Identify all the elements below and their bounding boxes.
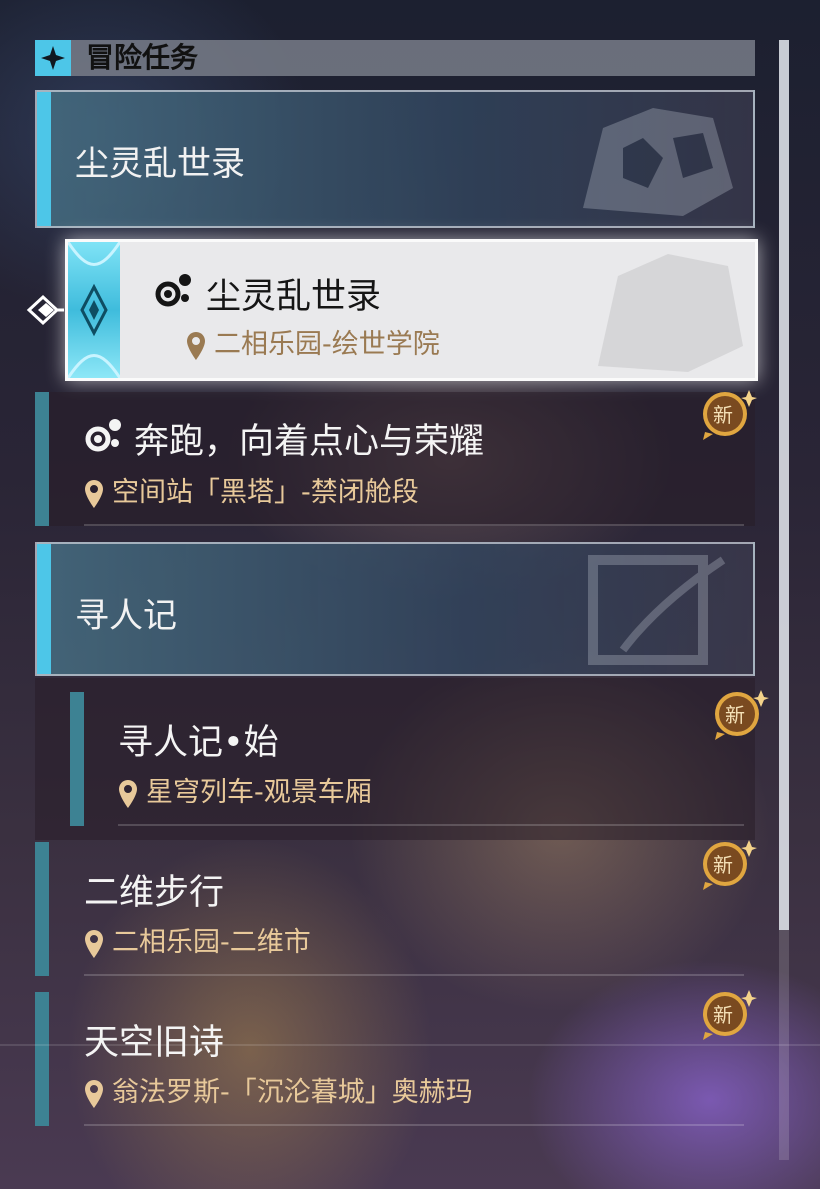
new-badge: 新 <box>697 990 757 1040</box>
quest-type-icon <box>35 40 71 76</box>
new-badge: 新 <box>697 390 757 440</box>
location-pin-icon <box>85 479 103 508</box>
quest-track-bar <box>35 842 49 976</box>
quest-location: 翁法罗斯-「沉沦暮城」奥赫玛 <box>84 1070 473 1109</box>
quest-title[interactable]: 天空旧诗 <box>84 1014 224 1065</box>
divider <box>84 1124 744 1126</box>
quest-track-bar <box>35 992 49 1126</box>
overlay-seam <box>0 1044 820 1046</box>
category-header-xunrenji[interactable]: 寻人记 <box>35 542 755 676</box>
category-accent <box>37 544 51 674</box>
new-badge-label: 新 <box>713 853 733 877</box>
quest-type-icon <box>85 419 121 452</box>
category-title: 寻人记 <box>75 596 177 636</box>
crystal-icon <box>68 242 122 378</box>
selection-arrow-icon <box>26 294 64 326</box>
location-text: 二相乐园-二维市 <box>112 927 311 958</box>
emblem-icon <box>583 108 733 216</box>
category-accent <box>37 92 51 226</box>
quest-title: 尘灵乱世录 <box>206 277 382 317</box>
category-title: 尘灵乱世录 <box>75 144 245 184</box>
scrollbar-thumb[interactable] <box>779 40 789 930</box>
quest-title: 奔跑，向着点心与荣耀 <box>134 422 485 462</box>
section-title: 冒险任务 <box>86 41 199 74</box>
new-badge-label: 新 <box>713 1003 733 1027</box>
divider <box>118 824 744 826</box>
quest-location: 二相乐园-二维市 <box>84 920 311 959</box>
divider <box>84 524 744 526</box>
location-text: 二相乐园-绘世学院 <box>214 329 440 360</box>
quest-location: 星穹列车-观景车厢 <box>118 770 372 809</box>
location-pin-icon <box>85 929 103 958</box>
quest-title: 寻人记•始 <box>118 723 279 763</box>
emblem-icon <box>588 555 726 665</box>
quest-type-icon <box>155 274 191 307</box>
location-pin-icon <box>85 1079 103 1108</box>
location-pin-icon <box>119 779 137 808</box>
selected-indicator-panel <box>68 242 122 378</box>
new-badge-label: 新 <box>713 403 733 427</box>
quest-track-bar <box>35 392 49 526</box>
location-text: 翁法罗斯-「沉沦暮城」奥赫玛 <box>112 1077 473 1108</box>
quest-location: 二相乐园-绘世学院 <box>186 322 440 361</box>
new-badge: 新 <box>709 690 769 740</box>
emblem-icon <box>598 254 743 372</box>
quest-item-selected[interactable]: 尘灵乱世录 二相乐园-绘世学院 <box>65 239 758 381</box>
location-text: 星穹列车-观景车厢 <box>146 777 372 808</box>
location-pin-icon <box>187 331 205 360</box>
new-badge: 新 <box>697 840 757 890</box>
quest-track-bar <box>70 692 84 826</box>
divider <box>84 974 744 976</box>
quest-title[interactable]: 二维步行 <box>84 864 224 915</box>
location-text: 空间站「黑塔」-禁闭舱段 <box>112 477 419 508</box>
quest-location: 空间站「黑塔」-禁闭舱段 <box>84 470 419 509</box>
new-badge-label: 新 <box>725 703 745 727</box>
category-header-chenling[interactable]: 尘灵乱世录 <box>35 90 755 228</box>
